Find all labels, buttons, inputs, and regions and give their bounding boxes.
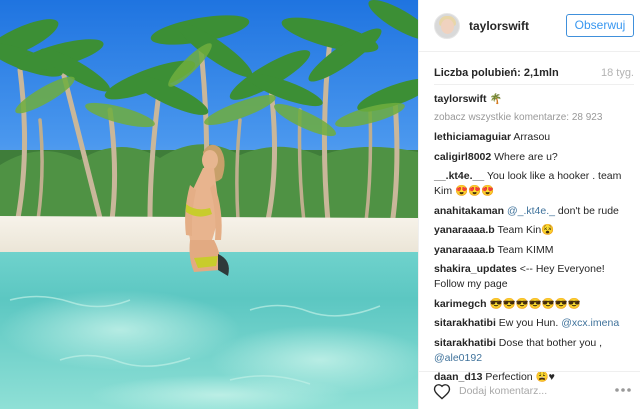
comment-mention[interactable]: @xcx.imena xyxy=(561,317,619,329)
comment-text: Team KIMM xyxy=(497,243,554,256)
comment-username[interactable]: caligirl8002 xyxy=(434,151,491,163)
comment: lethiciamaguiar Arrasou xyxy=(434,130,632,145)
comment-username[interactable]: karimegch xyxy=(434,298,487,310)
comment: yanaraaaa.b Team KIMM xyxy=(434,243,632,258)
comment: anahitakaman @_.kt4e._ don't be rude xyxy=(434,204,632,219)
comment-username[interactable]: lethiciamaguiar xyxy=(434,131,511,143)
comment-text: don't be rude xyxy=(557,204,619,217)
comment: shakira_updates <-- Hey Everyone! Follow… xyxy=(434,262,632,292)
comment-text: Ew you Hun. xyxy=(498,317,559,329)
comment-mention[interactable]: @ale0192 xyxy=(434,352,482,364)
avatar[interactable] xyxy=(434,13,460,39)
comment-username[interactable]: anahitakaman xyxy=(434,205,504,217)
add-comment-input[interactable]: Dodaj komentarz... xyxy=(459,385,547,397)
post-header: taylorswift Obserwuj xyxy=(419,0,640,52)
comment-username[interactable]: sitarakhatibi xyxy=(434,317,496,329)
post-time[interactable]: 18 tyg. xyxy=(601,67,634,79)
likes-row: Liczba polubień: 2,1mln 18 tyg. xyxy=(434,62,634,82)
comment: sitarakhatibi Dose that bother you , @al… xyxy=(434,336,632,366)
view-all-comments-link[interactable]: zobacz wszystkie komentarze: 28 923 xyxy=(434,110,632,125)
divider xyxy=(434,84,634,85)
beach-photo-image xyxy=(0,0,418,409)
heart-icon[interactable] xyxy=(433,383,451,400)
post-side-panel: taylorswift Obserwuj Liczba polubień: 2,… xyxy=(418,0,640,409)
post-photo xyxy=(0,0,418,409)
likes-count[interactable]: Liczba polubień: 2,1mln xyxy=(434,67,559,79)
comment: yanaraaaa.b Team Kin😵 xyxy=(434,223,632,238)
comment-text: Where are u? xyxy=(494,150,558,163)
caption: taylorswift 🌴 xyxy=(434,92,632,107)
caption-username[interactable]: taylorswift xyxy=(434,93,487,105)
comment-username[interactable]: yanaraaaa.b xyxy=(434,244,495,256)
comment: caligirl8002 Where are u? xyxy=(434,150,632,165)
palm-tree-icon: 🌴 xyxy=(489,94,502,105)
comment-text: Team Kin😵 xyxy=(497,224,555,236)
comment-username[interactable]: yanaraaaa.b xyxy=(434,224,495,236)
comment-text: Dose that bother you , xyxy=(498,336,603,349)
comment-text: Arrasou xyxy=(513,131,551,143)
comment-username[interactable]: __.kt4e.__ xyxy=(434,170,484,182)
comment: sitarakhatibi Ew you Hun. @xcx.imena xyxy=(434,316,632,331)
comment: karimegch 😎😎😎😎😎😎😎 xyxy=(434,297,632,312)
comment-mention[interactable]: @_.kt4e._ xyxy=(507,205,555,217)
comment-username[interactable]: sitarakhatibi xyxy=(434,337,496,349)
post-footer: Dodaj komentarz... xyxy=(419,371,640,409)
follow-button[interactable]: Obserwuj xyxy=(566,14,634,37)
comment: __.kt4e.__ You look like a hooker . team… xyxy=(434,169,632,199)
more-options-icon[interactable] xyxy=(613,381,633,399)
comment-username[interactable]: shakira_updates xyxy=(434,263,517,275)
comment-text: 😎😎😎😎😎😎😎 xyxy=(489,297,581,310)
author-username[interactable]: taylorswift xyxy=(469,19,529,33)
comments-list: taylorswift 🌴 zobacz wszystkie komentarz… xyxy=(434,92,632,390)
